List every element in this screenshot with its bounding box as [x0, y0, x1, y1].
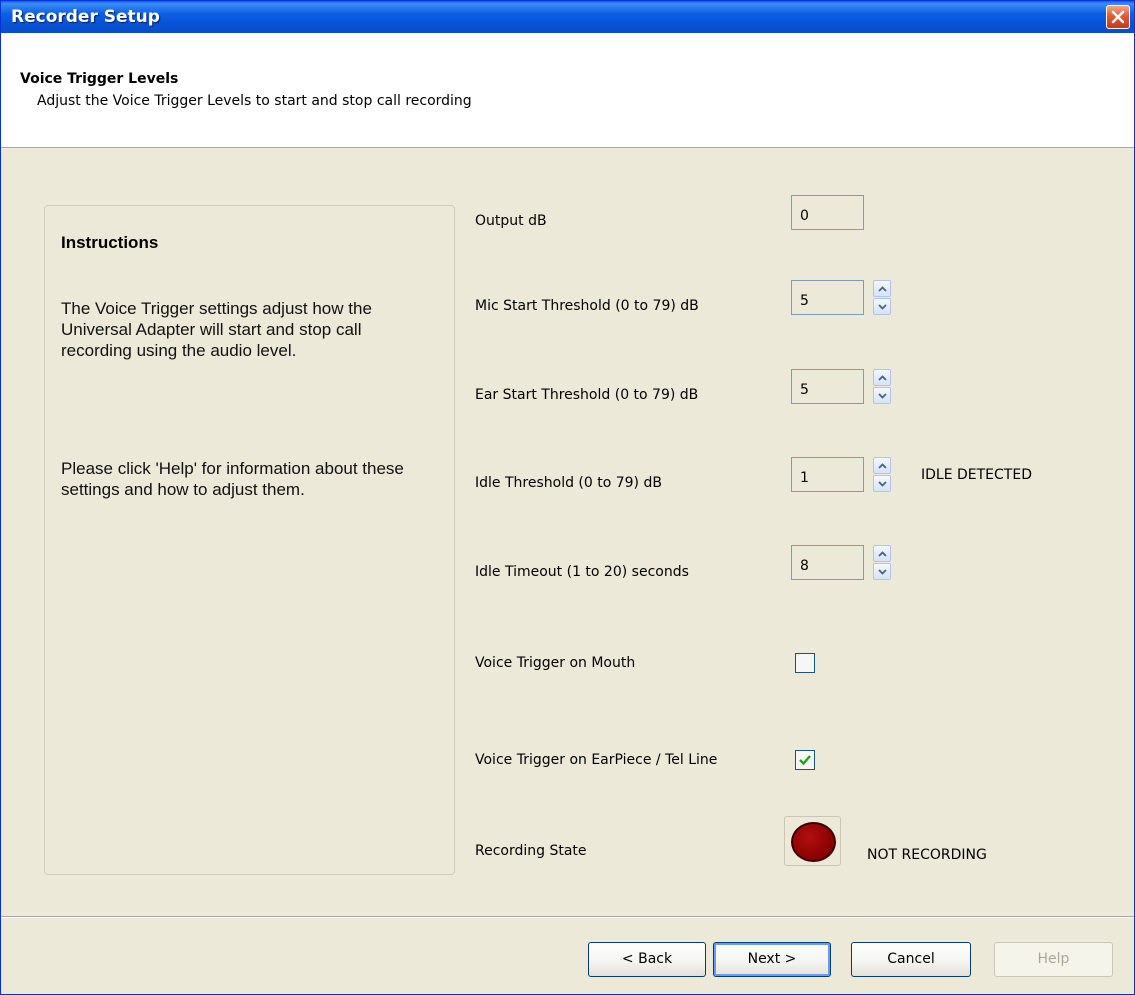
ear-start-threshold-spinner[interactable]: [873, 369, 891, 404]
mic-start-threshold-spinner[interactable]: [873, 280, 891, 315]
idle-threshold-input[interactable]: [792, 458, 863, 491]
next-button[interactable]: Next >: [713, 942, 831, 977]
recording-status-text: NOT RECORDING: [867, 847, 987, 863]
chevron-down-icon: [878, 304, 887, 310]
output-db-field: [791, 195, 864, 230]
instructions-help-paragraph: Please click 'Help' for information abou…: [61, 459, 404, 499]
back-button[interactable]: < Back: [588, 942, 706, 977]
mic-start-threshold-label: Mic Start Threshold (0 to 79) dB: [475, 298, 699, 314]
idle-threshold-label: Idle Threshold (0 to 79) dB: [475, 475, 662, 491]
recorder-setup-window: Recorder Setup Voice Trigger Levels Adju…: [0, 0, 1135, 995]
record-indicator-icon: [791, 822, 836, 862]
recording-state-button[interactable]: [784, 816, 841, 866]
window-title: Recorder Setup: [11, 7, 160, 27]
ear-start-up-button[interactable]: [873, 369, 891, 386]
page-title: Voice Trigger Levels: [20, 71, 179, 87]
voice-trigger-earpiece-checkbox[interactable]: [795, 750, 815, 770]
idle-timeout-down-button[interactable]: [873, 563, 891, 580]
mic-start-threshold-input[interactable]: [792, 281, 863, 314]
chevron-up-icon: [878, 551, 887, 557]
help-button[interactable]: Help: [994, 942, 1113, 977]
cancel-button[interactable]: Cancel: [851, 942, 971, 977]
chevron-up-icon: [878, 463, 887, 469]
idle-threshold-spinner[interactable]: [873, 457, 891, 492]
idle-timeout-up-button[interactable]: [873, 545, 891, 562]
chevron-down-icon: [878, 481, 887, 487]
mic-start-threshold-field[interactable]: [791, 280, 864, 315]
idle-threshold-up-button[interactable]: [873, 457, 891, 474]
footer-divider: [1, 916, 1134, 918]
recording-state-label: Recording State: [475, 843, 587, 859]
ear-start-threshold-label: Ear Start Threshold (0 to 79) dB: [475, 387, 699, 403]
voice-trigger-earpiece-label: Voice Trigger on EarPiece / Tel Line: [475, 752, 718, 768]
ear-start-threshold-field[interactable]: [791, 369, 864, 404]
idle-threshold-field[interactable]: [791, 457, 864, 492]
mic-start-down-button[interactable]: [873, 298, 891, 315]
idle-timeout-label: Idle Timeout (1 to 20) seconds: [475, 564, 689, 580]
page-subtitle: Adjust the Voice Trigger Levels to start…: [37, 93, 472, 109]
check-icon: [799, 755, 811, 766]
chevron-down-icon: [878, 569, 887, 575]
close-icon: [1111, 10, 1125, 24]
wizard-header: Voice Trigger Levels Adjust the Voice Tr…: [1, 33, 1134, 148]
mic-start-up-button[interactable]: [873, 280, 891, 297]
chevron-down-icon: [878, 393, 887, 399]
idle-timeout-spinner[interactable]: [873, 545, 891, 580]
chevron-up-icon: [878, 375, 887, 381]
output-db-label: Output dB: [475, 213, 547, 229]
instructions-paragraph: The Voice Trigger settings adjust how th…: [61, 299, 372, 360]
idle-timeout-input[interactable]: [792, 546, 863, 579]
idle-status-text: IDLE DETECTED: [921, 467, 1032, 483]
title-bar: Recorder Setup: [1, 1, 1134, 33]
idle-timeout-field[interactable]: [791, 545, 864, 580]
idle-threshold-down-button[interactable]: [873, 475, 891, 492]
voice-trigger-mouth-checkbox[interactable]: [795, 653, 815, 673]
instructions-panel: Instructions The Voice Trigger settings …: [44, 205, 455, 875]
output-db-input: [792, 196, 863, 229]
instructions-title: Instructions: [61, 233, 159, 252]
close-button[interactable]: [1106, 5, 1130, 29]
ear-start-down-button[interactable]: [873, 387, 891, 404]
ear-start-threshold-input[interactable]: [792, 370, 863, 403]
voice-trigger-mouth-label: Voice Trigger on Mouth: [475, 655, 636, 671]
chevron-up-icon: [878, 286, 887, 292]
